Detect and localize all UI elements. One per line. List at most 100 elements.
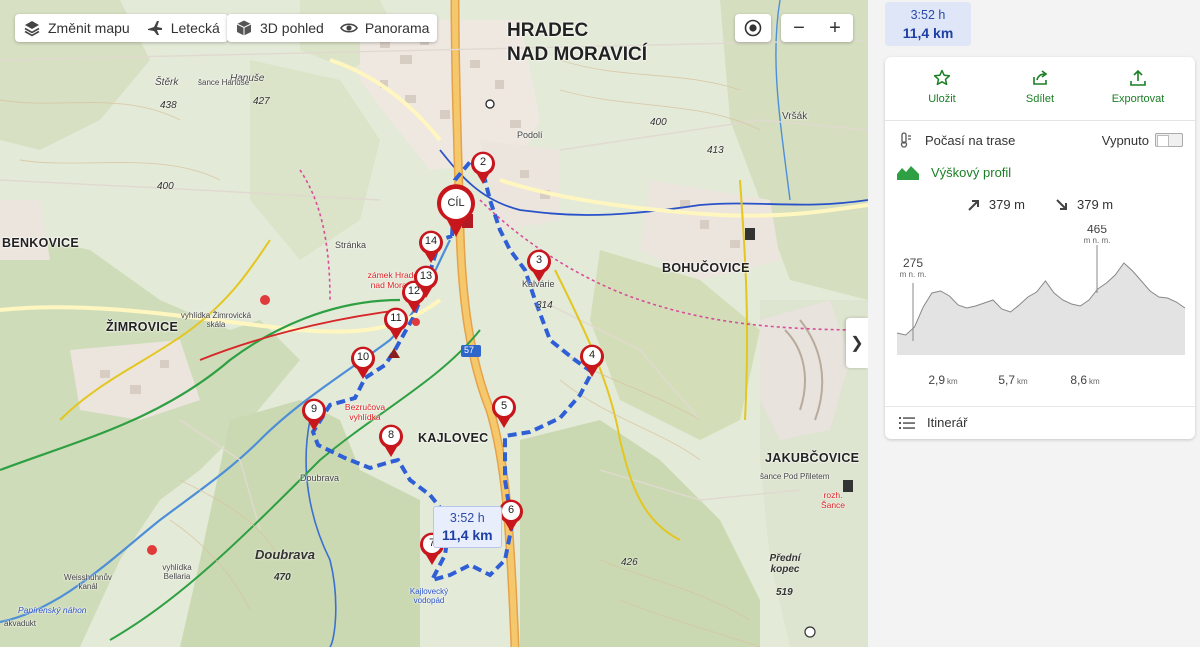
weather-toggle[interactable]: Vypnuto	[1102, 133, 1183, 148]
export-label: Exportovat	[1111, 93, 1165, 105]
itinerary-label: Itinerář	[927, 415, 968, 430]
route-tab-distance: 11,4 km	[902, 25, 954, 41]
route-tooltip-time: 3:52 h	[449, 511, 485, 525]
waypoint-pin[interactable]: 10	[350, 346, 376, 380]
locate-me-button[interactable]	[735, 14, 771, 42]
collapse-panel-button[interactable]: ❯	[846, 318, 868, 368]
zoom-in-button[interactable]: +	[817, 14, 853, 42]
min-elevation-value: 275	[903, 256, 923, 270]
distance-axis: 2,9 km 5,7 km 8,6 km	[928, 373, 1100, 387]
peak-name-predni-kopec: Přední kopec	[769, 553, 801, 575]
place-label-nad-moravici: NAD MORAVICÍ	[507, 44, 648, 65]
distance-tick-label: 5,7	[998, 373, 1015, 387]
place-label-jakubcovice: JAKUBČOVICE	[765, 451, 860, 465]
finish-pin-icon	[437, 184, 475, 237]
map-canvas[interactable]: HRADEC NAD MORAVICÍ BENKOVICE ŽIMROVICE …	[0, 0, 868, 647]
place-label-hradec: HRADEC	[507, 20, 589, 41]
upload-icon	[1130, 69, 1146, 86]
waypoint-number: 10	[356, 351, 370, 363]
place-label-bohucovice: BOHUČOVICE	[662, 261, 750, 275]
elevation-profile-chart[interactable]: 275 m n. m. 465 m n. m. 2,9 km 5,7 km 8,6 km	[893, 225, 1189, 401]
elevation-profile-header[interactable]: Výškový profil	[885, 156, 1195, 188]
poi-label-rozhledna: rozh. Šance	[820, 490, 846, 510]
star-icon	[933, 69, 951, 86]
waypoint-number: 13	[419, 270, 433, 282]
route-detail-card: Uložit Sdílet Exportovat Počasí na trase…	[885, 57, 1195, 439]
view3d-label: 3D pohled	[260, 20, 324, 36]
peak-height-predni-kopec: 519	[776, 587, 793, 598]
arrow-down-right-icon	[1056, 198, 1067, 210]
waypoint-number: 8	[387, 429, 395, 441]
save-label: Uložit	[928, 93, 956, 105]
finish-pin-label: CÍL	[447, 197, 465, 209]
elevation-stats: 379 m 379 m	[885, 197, 1195, 212]
height-label: 400	[650, 117, 667, 128]
route-tab-time: 3:52 h	[910, 8, 946, 22]
change-map-button[interactable]: Změnit mapu	[15, 14, 138, 42]
height-label: 426	[621, 557, 638, 568]
target-icon	[744, 19, 762, 37]
route-summary-tab[interactable]: 3:52 h 11,4 km	[885, 2, 971, 46]
finish-pin[interactable]: CÍL	[435, 184, 477, 238]
ascent-value: 379 m	[988, 197, 1025, 212]
road-number-57: 57	[464, 345, 475, 355]
waypoint-number: 9	[310, 403, 318, 415]
place-label-doubrava-small: Doubrava	[300, 473, 340, 483]
waypoint-number: 3	[535, 254, 543, 266]
height-label: 400	[157, 181, 174, 192]
waypoint-pin[interactable]: 8	[378, 424, 404, 458]
chevron-right-icon: ❯	[850, 335, 864, 352]
toggle-switch[interactable]	[1155, 133, 1183, 147]
view-mode-toolbar: 3D pohled Panorama	[227, 14, 438, 42]
descent-value: 379 m	[1077, 197, 1114, 212]
waypoint-pin[interactable]: 4	[579, 344, 605, 378]
place-label-podoli: Podolí	[517, 130, 543, 140]
distance-tick-unit: km	[947, 377, 958, 386]
distance-tick-unit: km	[1089, 377, 1100, 386]
save-button[interactable]: Uložit	[897, 69, 987, 120]
distance-tick-unit: km	[1017, 377, 1028, 386]
waypoint-pin[interactable]: 3	[526, 249, 552, 283]
waypoint-pin[interactable]: 13	[413, 265, 439, 299]
aerial-label: Letecká	[170, 20, 220, 36]
waypoint-number: 5	[500, 400, 508, 412]
panorama-button[interactable]: Panorama	[332, 14, 438, 42]
waypoint-pin[interactable]: 2	[470, 151, 496, 185]
min-elevation-unit: m n. m.	[900, 270, 927, 279]
arrow-up-right-icon	[968, 199, 979, 211]
waypoint-pin[interactable]: 5	[491, 395, 517, 429]
cube-icon	[236, 20, 252, 36]
place-label-papirensky: Papírenský náhon	[18, 605, 87, 615]
max-elevation-unit: m n. m.	[1084, 236, 1111, 245]
waypoint-pin[interactable]: 9	[301, 398, 327, 432]
place-label-sance-prilet: šance Pod Přiletem	[760, 472, 830, 481]
place-label-benkovice: BENKOVICE	[2, 236, 80, 250]
place-label-stranka: Stránka	[335, 240, 367, 250]
change-map-label: Změnit mapu	[48, 20, 130, 36]
place-label-sterk: Štěrk	[155, 77, 179, 88]
panorama-label: Panorama	[364, 20, 430, 36]
waypoint-pin[interactable]: 6	[498, 499, 524, 533]
waypoint-number: 6	[507, 504, 515, 516]
waypoint-number: 4	[588, 349, 596, 361]
route-summary-tooltip[interactable]: 3:52 h 11,4 km	[433, 506, 502, 548]
view3d-button[interactable]: 3D pohled	[227, 14, 332, 42]
place-label-kajlovecky-vodopad: Kajlovecký vodopád	[409, 587, 449, 605]
share-button[interactable]: Sdílet	[995, 69, 1085, 120]
place-label-akvadukt: akvadukt	[4, 619, 37, 628]
distance-tick-label: 2,9	[928, 373, 945, 387]
poi-label-bezrucova: Bezručova vyhlídka	[344, 402, 386, 422]
eye-icon	[339, 23, 358, 33]
distance-tick-label: 8,6	[1070, 373, 1087, 387]
mountain-icon	[897, 166, 919, 180]
place-label-kajlovec: KAJLOVEC	[418, 431, 489, 445]
weather-toggle-state: Vypnuto	[1101, 132, 1149, 148]
itinerary-row[interactable]: Itinerář	[885, 406, 1195, 438]
export-button[interactable]: Exportovat	[1093, 69, 1183, 120]
share-icon	[1033, 70, 1048, 85]
map-type-toolbar: Změnit mapu Letecká	[15, 14, 228, 42]
place-label-weisshuhn: Weisshuhnův kanál	[64, 573, 112, 591]
aerial-button[interactable]: Letecká	[138, 14, 228, 42]
peak-height-doubrava: 470	[274, 572, 291, 583]
zoom-out-button[interactable]: −	[781, 14, 817, 42]
